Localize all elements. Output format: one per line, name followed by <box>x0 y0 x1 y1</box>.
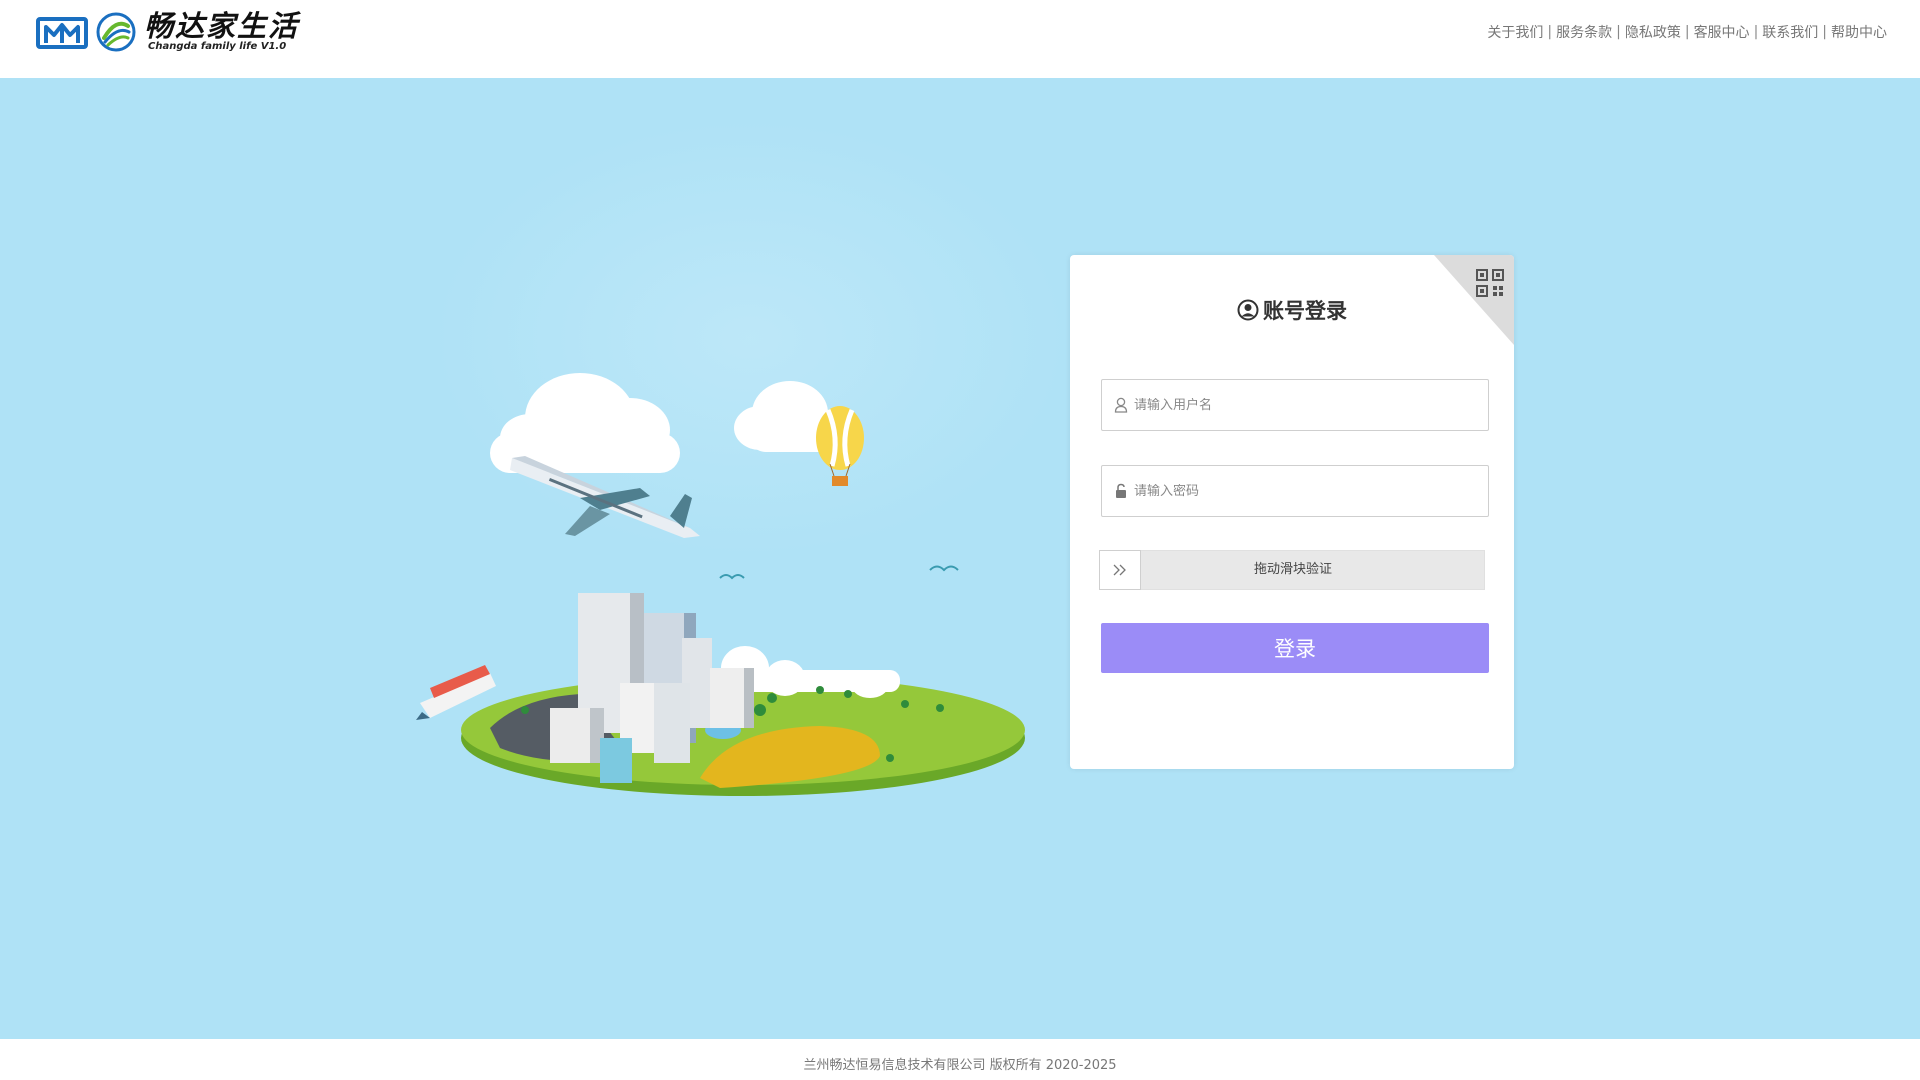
slider-captcha[interactable]: 拖动滑块验证 <box>1099 550 1485 590</box>
hot-air-balloon-icon <box>816 406 864 486</box>
link-terms-of-service[interactable]: 服务条款 <box>1556 22 1612 42</box>
bird-icon <box>929 565 959 572</box>
username-input[interactable] <box>1134 397 1474 413</box>
logo-swirl-icon <box>96 12 136 52</box>
slider-captcha-text: 拖动滑块验证 <box>1253 562 1332 577</box>
logo-mark-icon <box>36 17 88 49</box>
footer: 兰州畅达恒易信息技术有限公司 版权所有 2020-2025 <box>0 1039 1920 1080</box>
link-separator: | <box>1753 24 1759 40</box>
link-help-center[interactable]: 帮助中心 <box>1831 22 1887 42</box>
double-chevron-right-icon <box>1113 564 1126 576</box>
link-customer-service[interactable]: 客服中心 <box>1694 22 1750 42</box>
password-input[interactable] <box>1134 483 1474 499</box>
top-header: 畅达家生活 Changda family life V1.0 关于我们 | 服务… <box>0 0 1920 78</box>
qr-code-icon <box>1476 269 1504 297</box>
login-title-text: 账号登录 <box>1263 299 1347 323</box>
copyright-text: 兰州畅达恒易信息技术有限公司 版权所有 2020-2025 <box>803 1058 1117 1073</box>
logo-text: 畅达家生活 Changda family life V1.0 <box>144 11 299 53</box>
lock-icon <box>1116 483 1126 498</box>
logo-subtitle: Changda family life V1.0 <box>148 41 287 52</box>
login-title: 账号登录 <box>1070 295 1514 325</box>
slider-handle[interactable] <box>1099 550 1141 590</box>
link-contact-us[interactable]: 联系我们 <box>1762 22 1818 42</box>
bird-icon <box>719 574 745 580</box>
link-separator: | <box>1547 24 1553 40</box>
link-about-us[interactable]: 关于我们 <box>1487 22 1543 42</box>
link-privacy-policy[interactable]: 隐私政策 <box>1625 22 1681 42</box>
link-separator: | <box>1616 24 1621 40</box>
main-background: 账号登录 拖动滑块验证 登录 <box>0 78 1920 1039</box>
brand-logo[interactable]: 畅达家生活 Changda family life V1.0 <box>36 8 299 56</box>
login-card: 账号登录 拖动滑块验证 登录 <box>1070 255 1514 769</box>
login-button[interactable]: 登录 <box>1101 623 1489 673</box>
logo-title: 畅达家生活 <box>144 9 300 43</box>
city-island-illustration <box>416 373 1025 796</box>
user-circle-icon <box>1237 299 1259 321</box>
person-icon <box>1114 397 1128 413</box>
top-nav-links: 关于我们 | 服务条款 | 隐私政策 | 客服中心 | 联系我们 | 帮助中心 <box>1487 22 1887 42</box>
link-separator: | <box>1822 24 1827 40</box>
link-separator: | <box>1684 24 1690 40</box>
username-field[interactable] <box>1101 379 1489 431</box>
password-field[interactable] <box>1101 465 1489 517</box>
